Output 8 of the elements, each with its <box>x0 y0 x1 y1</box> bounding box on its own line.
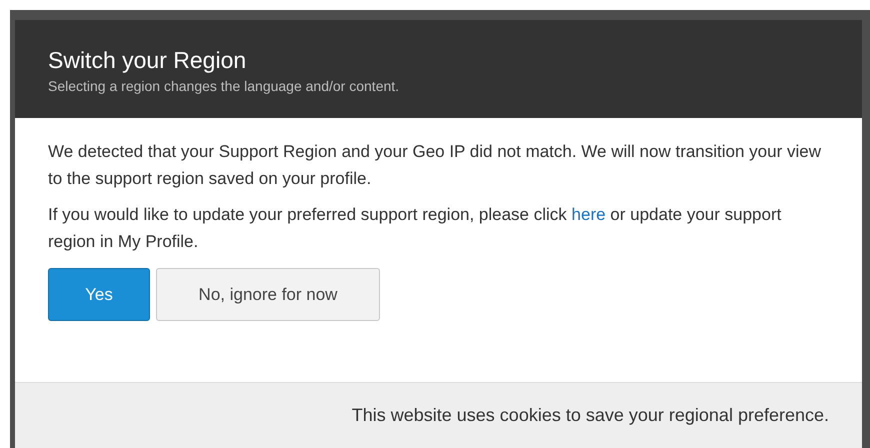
ignore-button[interactable]: No, ignore for now <box>156 268 380 321</box>
cookie-notice: This website uses cookies to save your regional preference. <box>352 404 829 427</box>
message-text: We detected that your Support Region and your Geo IP did not match. We will now transition your view to the support region saved on your profile. <box>48 141 822 190</box>
dialog-title: Switch your Region <box>48 46 248 74</box>
update-text: If you would like to update your preferred support region, please click here or update your support region in My Profile. <box>48 204 782 253</box>
yes-button[interactable]: Yes <box>48 268 150 321</box>
here-link[interactable]: here <box>572 205 606 224</box>
dialog-subtitle: Selecting a region changes the language and/or content. <box>48 77 400 96</box>
